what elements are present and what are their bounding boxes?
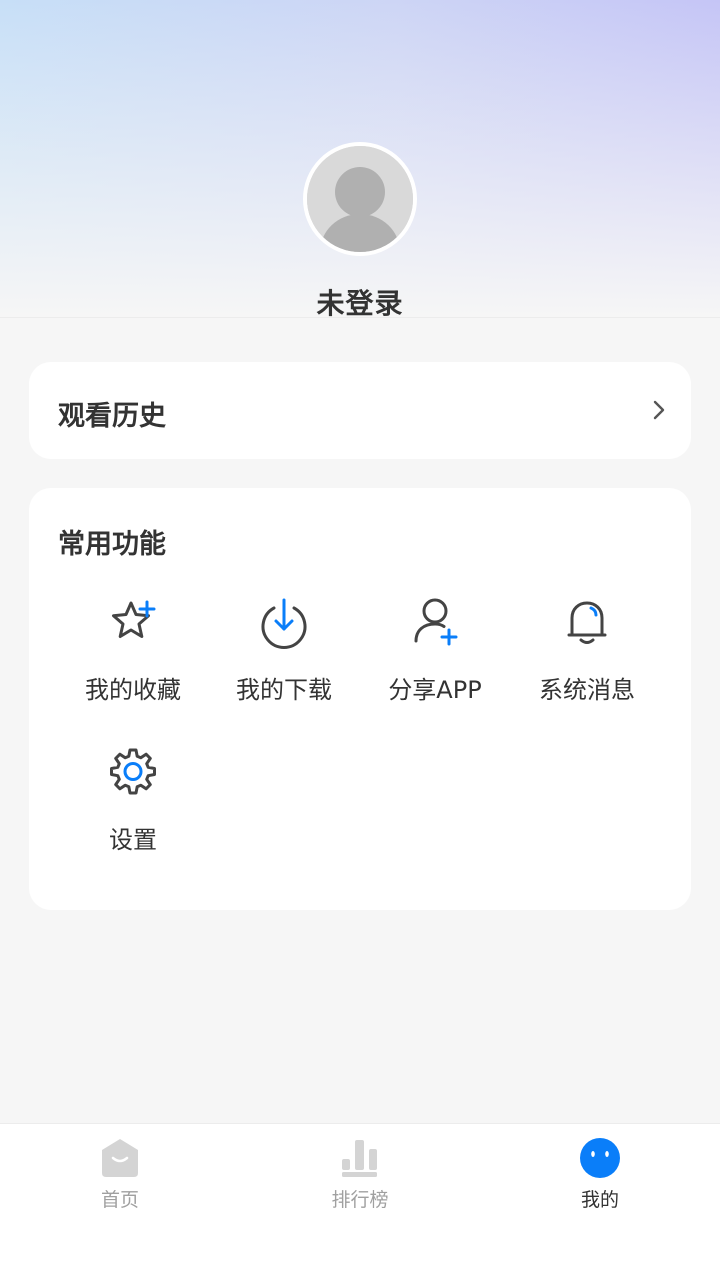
tab-home[interactable]: 首页 — [0, 1136, 240, 1216]
tab-ranking[interactable]: 排行榜 — [240, 1136, 480, 1216]
system-messages-label: 系统消息 — [539, 676, 635, 704]
download-icon — [261, 598, 307, 649]
watch-history-title: 观看历史 — [58, 401, 166, 432]
chevron-right-icon — [653, 400, 665, 420]
ranking-icon — [342, 1140, 377, 1177]
favorites-label: 我的收藏 — [85, 676, 181, 704]
downloads-button[interactable]: 我的下载 — [209, 594, 359, 714]
tab-mine[interactable]: 我的 — [480, 1136, 720, 1216]
system-messages-button[interactable]: 系统消息 — [512, 594, 662, 714]
share-app-button[interactable]: 分享APP — [360, 594, 510, 714]
gear-icon — [110, 748, 156, 795]
bell-icon — [567, 601, 607, 644]
user-plus-icon — [414, 598, 458, 646]
star-plus-icon — [112, 600, 156, 638]
tab-ranking-label: 排行榜 — [331, 1189, 389, 1211]
downloads-label: 我的下载 — [236, 676, 332, 704]
home-icon — [102, 1139, 138, 1177]
tab-home-label: 首页 — [100, 1189, 139, 1211]
default-avatar-icon — [307, 146, 413, 252]
tab-mine-label: 我的 — [580, 1189, 619, 1211]
watch-history-card[interactable]: 观看历史 — [29, 362, 691, 459]
settings-button[interactable]: 设置 — [58, 744, 208, 864]
username-label[interactable]: 未登录 — [0, 282, 720, 322]
share-app-label: 分享APP — [388, 676, 482, 704]
common-functions-card: 常用功能 我的收藏 我的下载 分享APP 系统消息 设置 — [29, 488, 691, 910]
common-functions-title: 常用功能 — [58, 529, 166, 560]
settings-label: 设置 — [109, 826, 157, 854]
bottom-tab-bar: 首页 排行榜 我的 — [0, 1123, 720, 1280]
avatar[interactable] — [303, 142, 417, 256]
mine-icon — [580, 1138, 620, 1178]
favorites-button[interactable]: 我的收藏 — [58, 594, 208, 714]
